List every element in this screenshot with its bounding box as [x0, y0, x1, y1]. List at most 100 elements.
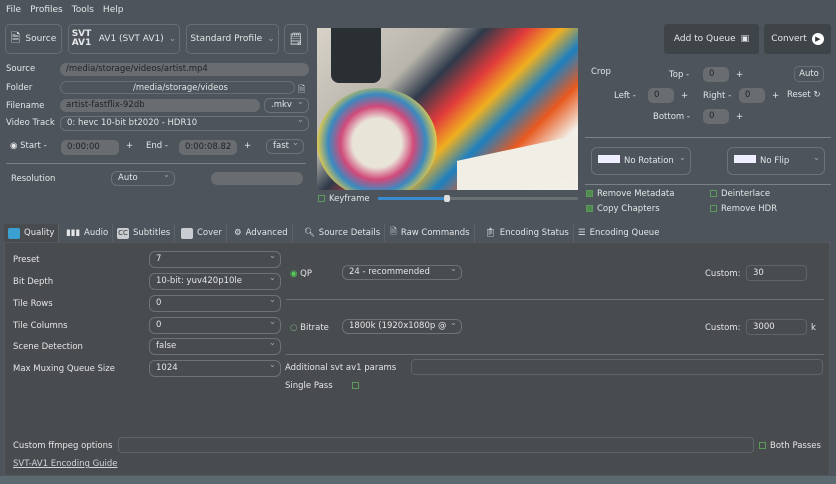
start-plus[interactable]: +	[126, 141, 133, 151]
source-button[interactable]: 🗎 Source	[5, 24, 62, 54]
end-plus[interactable]: +	[244, 141, 251, 151]
source-field[interactable]: /media/storage/videos/artist.mp4	[60, 63, 309, 76]
auto-crop-button[interactable]: Auto	[794, 66, 824, 82]
save-profile-button[interactable]: 🗒	[284, 24, 308, 54]
menu-bar: File Profiles Tools Help	[6, 5, 132, 15]
search-icon: 🔍︎	[304, 228, 315, 238]
crop-top-plus[interactable]: +	[736, 70, 743, 80]
encoder-select[interactable]: SVT AV1 AV1 (SVT AV1) ⌄	[68, 24, 180, 54]
quality-row-select[interactable]: false	[149, 336, 281, 355]
audio-icon: ▮▮▮	[66, 228, 81, 238]
qp-select[interactable]: 24 - recommended	[342, 263, 462, 280]
tab-raw-commands[interactable]: 🗎 Raw Commands	[386, 224, 475, 242]
quality-row-label: Bit Depth	[13, 277, 54, 287]
image-icon	[181, 227, 193, 239]
both-passes-checkbox[interactable]: Both Passes	[759, 441, 821, 451]
copy-chapters-checkbox[interactable]: Copy Chapters	[586, 204, 660, 214]
tab-advanced[interactable]: ⚙ Advanced	[230, 224, 293, 242]
crop-right-field[interactable]: 0	[739, 88, 765, 103]
tab-encoding-status[interactable]: 📋︎ Encoding Status	[481, 224, 574, 242]
remove-hdr-checkbox[interactable]: Remove HDR	[710, 204, 777, 214]
document-icon: 🗎	[390, 227, 397, 237]
convert-button[interactable]: Convert ▶	[764, 24, 831, 54]
ffmpeg-options-label: Custom ffmpeg options	[13, 441, 113, 451]
menu-file[interactable]: File	[6, 5, 21, 15]
quality-row-label: Tile Columns	[13, 321, 68, 331]
single-pass-label: Single Pass	[285, 381, 333, 391]
qp-custom-label: Custom:	[705, 269, 741, 279]
single-pass-checkbox[interactable]	[352, 381, 363, 391]
start-minus[interactable]: -	[44, 141, 47, 151]
end-field[interactable]: 0:00:08.82	[179, 140, 237, 155]
slider-fill	[378, 197, 448, 200]
slider-handle[interactable]	[444, 195, 450, 202]
quality-row-label: Tile Rows	[13, 299, 53, 309]
resolution-select[interactable]: Auto	[111, 169, 175, 186]
flip-select[interactable]: No Flip	[727, 145, 825, 175]
crop-left-field[interactable]: 0	[648, 88, 674, 103]
flip-icon	[734, 155, 756, 163]
qp-custom-field[interactable]: 30	[746, 265, 807, 281]
custom-resolution-field[interactable]	[211, 172, 303, 185]
menu-tools[interactable]: Tools	[72, 5, 94, 15]
divider	[6, 163, 306, 164]
tab-cover[interactable]: Cover	[177, 224, 227, 242]
video-track-select[interactable]: 0: hevc 10-bit bt2020 - HDR10	[60, 114, 309, 131]
profile-settings-icon: 🗒	[288, 32, 304, 46]
quality-row-select[interactable]: 0	[149, 315, 281, 334]
video-preview	[317, 28, 578, 190]
divider	[585, 137, 831, 138]
play-icon: ▶	[811, 33, 824, 45]
quality-row-label: Preset	[13, 255, 40, 265]
quality-row-label: Max Muxing Queue Size	[13, 364, 115, 374]
tab-encoding-queue[interactable]: ☰ Encoding Queue	[574, 224, 663, 242]
keyframe-checkbox[interactable]: Keyframe	[318, 194, 370, 204]
bitrate-unit: k	[811, 323, 816, 333]
menu-profiles[interactable]: Profiles	[30, 5, 63, 15]
crop-left-label: Left -	[614, 91, 636, 101]
tab-quality[interactable]: Quality	[4, 224, 60, 242]
profile-select[interactable]: Standard Profile ⌄	[186, 24, 279, 54]
crop-bottom-plus[interactable]: +	[736, 112, 743, 122]
quality-row-select[interactable]: 10-bit: yuv420p10le	[149, 271, 281, 290]
tab-subtitles[interactable]: CC Subtitles	[113, 224, 176, 242]
quality-icon	[8, 227, 20, 239]
ffmpeg-options-field[interactable]	[118, 437, 754, 453]
tab-audio[interactable]: ▮▮▮ Audio	[62, 224, 114, 242]
main-window: File Profiles Tools Help 🗎 Source SVT AV1 AV1…	[0, 0, 836, 476]
remove-metadata-checkbox[interactable]: Remove Metadata	[586, 189, 674, 199]
crop-left-plus[interactable]: +	[681, 91, 688, 101]
gear-icon: ⚙	[234, 228, 242, 238]
start-field[interactable]: 0:00:00	[61, 140, 119, 155]
add-to-queue-button[interactable]: Add to Queue ▣	[664, 24, 759, 54]
deinterlace-checkbox[interactable]: Deinterlace	[710, 189, 770, 199]
filename-field[interactable]: artist-fastflix-92db	[60, 99, 260, 112]
crop-reset-button[interactable]: Reset ↻	[787, 90, 821, 100]
crop-bottom-field[interactable]: 0	[703, 109, 729, 124]
extension-select[interactable]: .mkv	[264, 96, 309, 113]
additional-params-field[interactable]	[411, 359, 823, 375]
rotation-select[interactable]: No Rotation	[591, 145, 691, 175]
quality-row-label: Scene Detection	[13, 342, 83, 352]
quality-row-select[interactable]: 0	[149, 293, 281, 312]
bitrate-custom-field[interactable]: 3000	[746, 319, 807, 335]
crop-top-label: Top -	[669, 70, 690, 80]
crop-right-plus[interactable]: +	[772, 91, 779, 101]
qp-radio[interactable]: ◉ QP	[290, 269, 312, 279]
quality-row-select[interactable]: 1024	[149, 358, 281, 377]
divider	[585, 184, 831, 185]
svt-av1-logo: SVT AV1	[71, 29, 92, 48]
folder-field[interactable]: /media/storage/videos	[60, 81, 295, 94]
preview-slider[interactable]	[378, 195, 578, 202]
bitrate-custom-label: Custom:	[705, 323, 741, 333]
tab-source-details[interactable]: 🔍︎ Source Details	[300, 224, 386, 242]
bitrate-select[interactable]: 1800k (1920x1080p @	[342, 319, 462, 334]
rotation-icon	[598, 155, 620, 163]
encoding-guide-link[interactable]: SVT-AV1 Encoding Guide	[13, 459, 118, 469]
menu-help[interactable]: Help	[103, 5, 124, 15]
bitrate-radio[interactable]: ○ Bitrate	[290, 323, 329, 333]
quality-row-select[interactable]: 7	[149, 249, 281, 268]
seek-mode-select[interactable]: fast	[266, 137, 304, 154]
crop-top-field[interactable]: 0	[703, 67, 729, 82]
crop-bottom-label: Bottom -	[653, 112, 690, 122]
